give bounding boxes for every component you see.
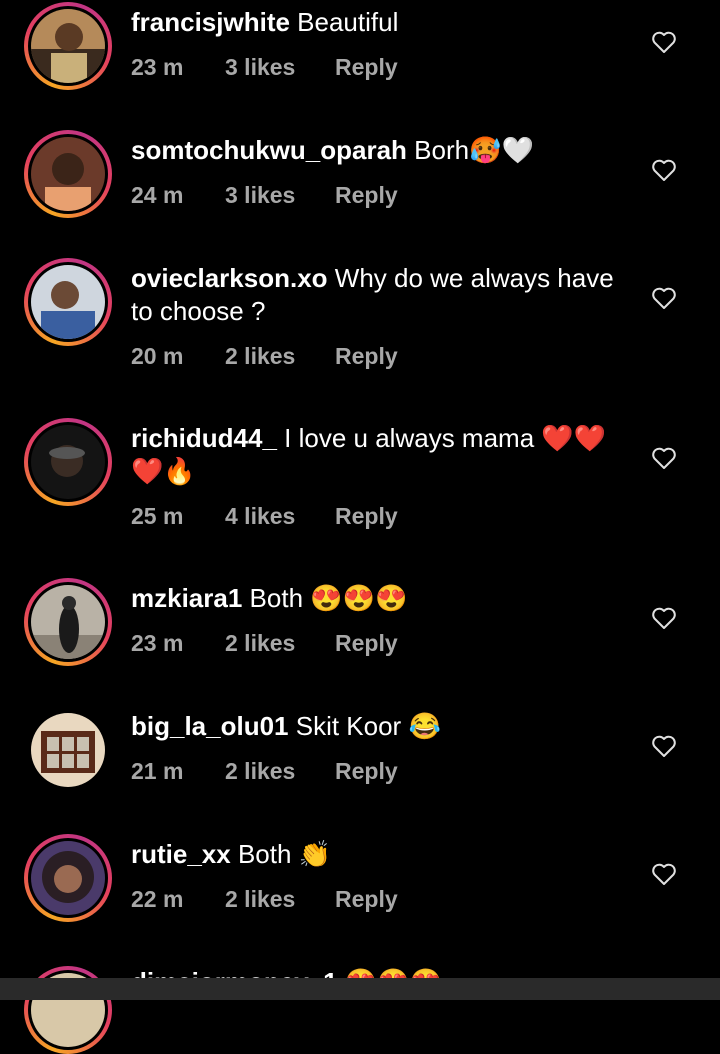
comment-time: 22 m (131, 886, 184, 912)
comment-time: 24 m (131, 182, 184, 208)
comment-body: Skit Koor 😂 (295, 711, 441, 741)
like-heart-icon[interactable] (651, 158, 677, 182)
avatar[interactable] (24, 130, 112, 218)
comment-text: big_la_olu01 Skit Koor 😂 (131, 710, 631, 743)
comment-body: Borh🥵🤍 (414, 135, 534, 165)
comment-time: 25 m (131, 503, 184, 529)
comment-time: 23 m (131, 54, 184, 80)
avatar[interactable] (24, 706, 112, 794)
comment-username[interactable]: rutie_xx (131, 839, 231, 869)
comment-username[interactable]: francisjwhite (131, 7, 290, 37)
comment-time: 20 m (131, 343, 184, 369)
comment-text: mzkiara1 Both 😍😍😍 (131, 582, 631, 615)
comment-likes[interactable]: 2 likes (225, 343, 295, 370)
comment-likes[interactable]: 4 likes (225, 503, 295, 530)
comment-username[interactable]: mzkiara1 (131, 583, 242, 613)
like-heart-icon[interactable] (651, 286, 677, 310)
comment-likes[interactable]: 3 likes (225, 54, 295, 81)
reply-button[interactable]: Reply (335, 343, 398, 370)
reply-button[interactable]: Reply (335, 758, 398, 785)
comment-text: somtochukwu_oparah Borh🥵🤍 (131, 134, 631, 167)
comment-username[interactable]: big_la_olu01 (131, 711, 289, 741)
reply-button[interactable]: Reply (335, 630, 398, 657)
comment-text: richidud44_ I love u always mama ❤️❤️❤️🔥 (131, 422, 631, 488)
like-heart-icon[interactable] (651, 446, 677, 470)
comment-text: francisjwhite Beautiful (131, 6, 631, 39)
comment-username[interactable]: richidud44_ (131, 423, 277, 453)
reply-button[interactable]: Reply (335, 54, 398, 81)
comment-username[interactable]: ovieclarkson.xo (131, 263, 328, 293)
like-heart-icon[interactable] (651, 606, 677, 630)
like-heart-icon[interactable] (651, 30, 677, 54)
reply-button[interactable]: Reply (335, 886, 398, 913)
reply-button[interactable]: Reply (335, 503, 398, 530)
comment-text: rutie_xx Both 👏 (131, 838, 631, 871)
comment-body: Beautiful (297, 7, 399, 37)
comment-likes[interactable]: 3 likes (225, 182, 295, 209)
comment-likes[interactable]: 2 likes (225, 630, 295, 657)
comment-likes[interactable]: 2 likes (225, 886, 295, 913)
comment-body: Both 👏 (237, 839, 332, 869)
avatar[interactable] (24, 578, 112, 666)
avatar[interactable] (24, 2, 112, 90)
comment-time: 21 m (131, 758, 184, 784)
avatar[interactable] (24, 834, 112, 922)
avatar[interactable] (24, 258, 112, 346)
like-heart-icon[interactable] (651, 862, 677, 886)
like-heart-icon[interactable] (651, 734, 677, 758)
comment-username[interactable]: somtochukwu_oparah (131, 135, 407, 165)
bottom-bar (0, 978, 720, 1000)
comment-likes[interactable]: 2 likes (225, 758, 295, 785)
comment-time: 23 m (131, 630, 184, 656)
comment-body: Both 😍😍😍 (249, 583, 408, 613)
reply-button[interactable]: Reply (335, 182, 398, 209)
comment-text: ovieclarkson.xo Why do we always have to… (131, 262, 631, 328)
avatar[interactable] (24, 418, 112, 506)
